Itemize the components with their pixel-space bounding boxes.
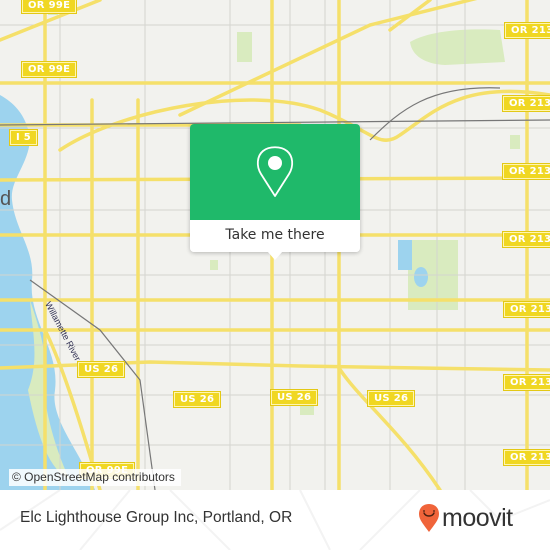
route-shield-us26: US 26 [78, 362, 125, 377]
popup-pointer [267, 251, 283, 260]
moovit-pin-icon [419, 504, 439, 532]
route-shield-or99e: OR 99E [22, 62, 77, 77]
park [410, 29, 505, 65]
popup-header [190, 124, 360, 220]
map-pin-icon [256, 146, 294, 197]
route-shield-or213: OR 213 [504, 375, 550, 390]
take-me-there-button[interactable]: Take me there [190, 220, 360, 252]
moovit-wordmark: moovit [442, 503, 513, 532]
map-attribution[interactable]: © OpenStreetMap contributors [9, 469, 181, 486]
pond [414, 267, 428, 287]
route-shield-or213: OR 213 [504, 302, 550, 317]
route-shield-or213: OR 213 [503, 232, 550, 247]
park [398, 240, 412, 270]
place-title: Elc Lighthouse Group Inc, Portland, OR [20, 509, 293, 526]
route-shield-or99e: OR 99E [22, 0, 77, 13]
route-shield-us26: US 26 [368, 391, 415, 406]
city-label: d [0, 188, 12, 210]
park [510, 135, 520, 149]
route-shield-us26: US 26 [174, 392, 221, 407]
park [210, 260, 218, 270]
route-shield-or213: OR 213 [503, 96, 550, 111]
route-shield-or213: OR 213 [503, 164, 550, 179]
park [237, 32, 252, 62]
moovit-logo[interactable]: moovit [418, 501, 513, 535]
route-shield-or213: OR 213 [504, 450, 550, 465]
route-shield-us26: US 26 [271, 390, 318, 405]
location-popup: Take me there [190, 124, 360, 260]
route-shield-i5: I 5 [10, 130, 38, 145]
route-shield-or213: OR 213 [505, 23, 550, 38]
park [300, 405, 314, 415]
map-canvas[interactable]: OR 99E OR 99E I 5 OR 213 OR 213 OR 213 O… [0, 0, 550, 490]
footer-bar: Elc Lighthouse Group Inc, Portland, OR m… [0, 490, 550, 550]
